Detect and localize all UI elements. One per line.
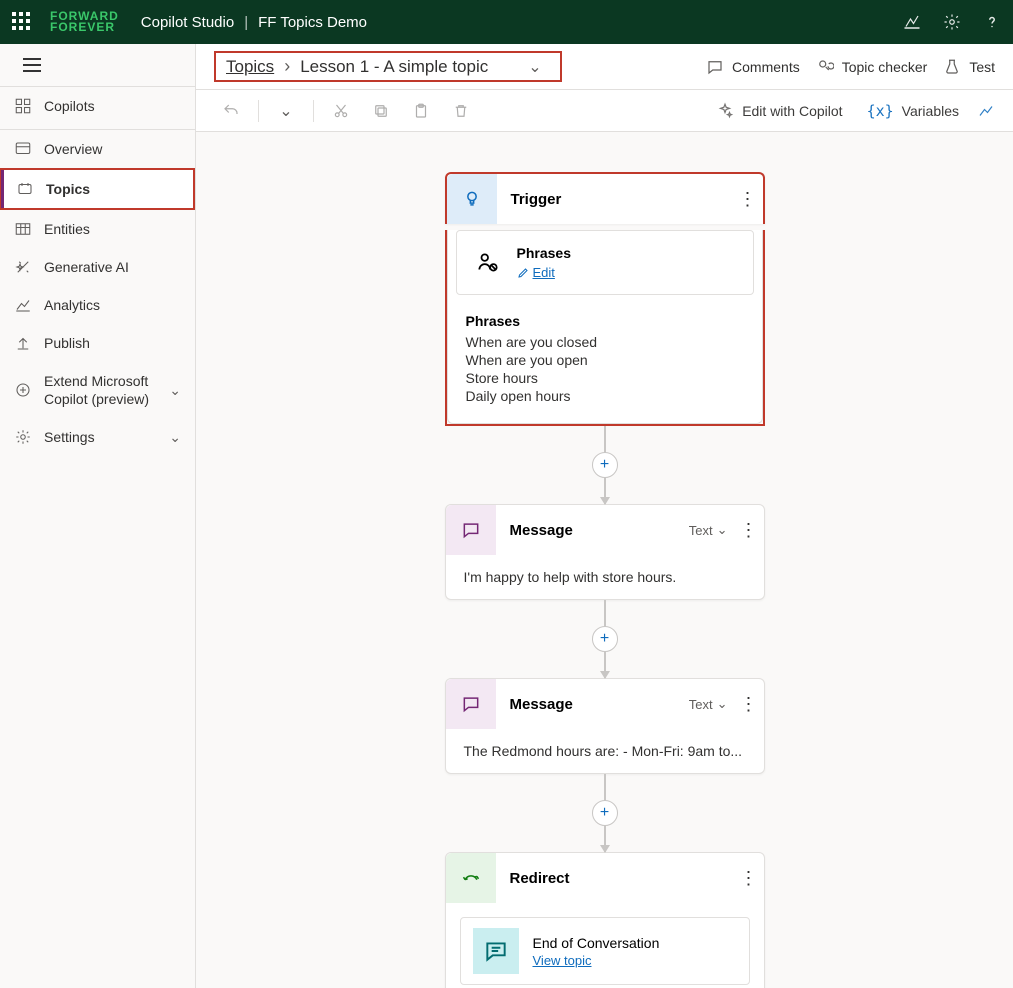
message-type-dropdown[interactable]: Text ⌄ xyxy=(689,522,728,538)
title-separator: | xyxy=(244,14,248,31)
message-icon xyxy=(446,679,496,729)
node-title: Message xyxy=(510,696,689,713)
nav-label: Publish xyxy=(44,335,90,351)
view-topic-link[interactable]: View topic xyxy=(533,953,660,968)
node-more-button[interactable]: ⋮ xyxy=(733,189,763,210)
nav-extend-copilot[interactable]: Extend Microsoft Copilot (preview) ⌄ xyxy=(0,362,195,418)
redirect-icon xyxy=(446,853,496,903)
diagnostics-icon[interactable] xyxy=(903,13,921,31)
phrase-item: When are you closed xyxy=(466,333,744,351)
breadcrumb-current: Lesson 1 - A simple topic xyxy=(300,57,488,77)
comments-button[interactable]: Comments xyxy=(706,58,800,76)
message-body[interactable]: I'm happy to help with store hours. xyxy=(446,555,764,599)
nav-label: Entities xyxy=(44,221,90,237)
node-more-button[interactable]: ⋮ xyxy=(734,694,764,715)
nav-label: Overview xyxy=(44,141,102,157)
node-title: Trigger xyxy=(511,191,733,208)
phrase-item: When are you open xyxy=(466,351,744,369)
phrase-item: Daily open hours xyxy=(466,387,744,405)
nav-label: Topics xyxy=(46,181,90,197)
copy-button[interactable] xyxy=(364,96,398,126)
phrases-header: Phrases xyxy=(466,313,744,329)
add-node-button[interactable]: + xyxy=(592,800,618,826)
help-icon[interactable] xyxy=(983,13,1001,31)
node-title: Redirect xyxy=(510,870,734,887)
nav-label: Settings xyxy=(44,429,95,445)
chevron-right-icon: › xyxy=(284,56,290,77)
topic-checker-button[interactable]: Topic checker xyxy=(816,58,928,76)
project-name: FF Topics Demo xyxy=(258,14,367,31)
chevron-down-icon: ⌄ xyxy=(169,429,181,446)
brand-logo: FORWARD FOREVER xyxy=(50,11,119,33)
phrases-label: Phrases xyxy=(517,245,571,261)
nav-label: Extend Microsoft Copilot (preview) xyxy=(44,372,157,408)
paste-button[interactable] xyxy=(404,96,438,126)
nav-collapse-button[interactable] xyxy=(12,45,52,85)
edit-phrases-link[interactable]: Edit xyxy=(517,265,571,280)
test-button[interactable]: Test xyxy=(943,58,995,76)
nav-overview[interactable]: Overview xyxy=(0,130,195,168)
node-more-button[interactable]: ⋮ xyxy=(734,520,764,541)
chevron-down-icon: ⌄ xyxy=(169,382,181,399)
nav-publish[interactable]: Publish xyxy=(0,324,195,362)
trigger-icon xyxy=(447,174,497,224)
cut-button[interactable] xyxy=(324,96,358,126)
nav-label: Generative AI xyxy=(44,259,129,275)
nav-generative-ai[interactable]: Generative AI xyxy=(0,248,195,286)
message-type-dropdown[interactable]: Text ⌄ xyxy=(689,696,728,712)
add-node-button[interactable]: + xyxy=(592,452,618,478)
breadcrumb-root[interactable]: Topics xyxy=(226,57,274,77)
nav-label: Copilots xyxy=(44,98,95,114)
nav-entities[interactable]: Entities xyxy=(0,210,195,248)
end-conversation-icon xyxy=(473,928,519,974)
nav-topics[interactable]: Topics xyxy=(0,168,195,210)
settings-icon[interactable] xyxy=(943,13,961,31)
nav-label: Analytics xyxy=(44,297,100,313)
message-icon xyxy=(446,505,496,555)
add-node-button[interactable]: + xyxy=(592,626,618,652)
breadcrumb: Topics › Lesson 1 - A simple topic ⌄ xyxy=(214,51,562,82)
phrases-icon xyxy=(475,250,503,276)
delete-button[interactable] xyxy=(444,96,478,126)
edit-with-copilot-button[interactable]: Edit with Copilot xyxy=(716,102,842,120)
message-body[interactable]: The Redmond hours are: - Mon-Fri: 9am to… xyxy=(446,729,764,773)
undo-button[interactable] xyxy=(214,96,248,126)
redo-dropdown[interactable]: ⌄ xyxy=(269,96,303,126)
node-title: Message xyxy=(510,522,689,539)
analytics-icon[interactable] xyxy=(977,102,995,120)
app-launcher[interactable] xyxy=(12,12,32,32)
app-name: Copilot Studio xyxy=(141,14,234,31)
node-more-button[interactable]: ⋮ xyxy=(734,868,764,889)
nav-copilots[interactable]: Copilots xyxy=(0,87,195,125)
nav-analytics[interactable]: Analytics xyxy=(0,286,195,324)
chevron-down-icon[interactable]: ⌄ xyxy=(528,57,541,77)
nav-settings[interactable]: Settings ⌄ xyxy=(0,418,195,456)
redirect-target: End of Conversation xyxy=(533,935,660,951)
phrase-item: Store hours xyxy=(466,369,744,387)
variables-button[interactable]: {x} Variables xyxy=(867,102,959,120)
